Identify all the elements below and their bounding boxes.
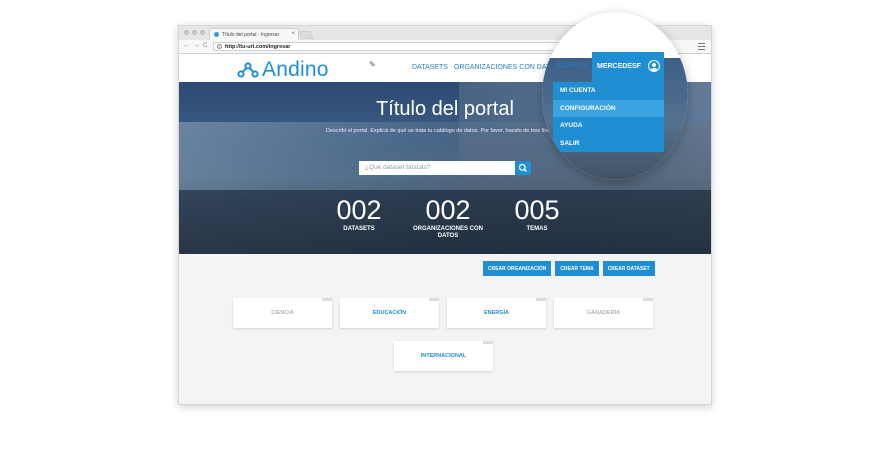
minimize-window-button[interactable] <box>192 30 197 35</box>
andino-logo-icon <box>237 62 259 78</box>
stat-number: 002 <box>336 195 382 225</box>
info-icon: i <box>217 44 222 49</box>
topic-label: GANADERÍA <box>586 310 621 316</box>
maximize-window-button[interactable] <box>200 30 205 35</box>
nav-datasets[interactable]: DATASETS <box>412 64 448 71</box>
card-corner <box>322 298 332 301</box>
stat-number: 005 <box>514 195 560 225</box>
dataset-search: ¿Qué dataset buscás? <box>359 161 531 175</box>
main-nav: DATASETS ORGANIZACIONES CON DAT <box>412 64 550 71</box>
search-icon <box>518 163 528 173</box>
stat-temas[interactable]: 005 TEMAS <box>502 196 572 233</box>
topic-label: EDUCACIÓN <box>372 310 407 316</box>
tab-title: Título del portal - Ingresar <box>222 31 280 38</box>
topic-label: CIENCIA <box>271 310 294 316</box>
menu-item-ayuda[interactable]: AYUDA <box>553 117 664 135</box>
portal-description: Describí el portal. Explicá de qué se tr… <box>317 127 573 135</box>
magnified-user-menu: ACERCA MERCEDESF MI CUENTA CONFIGURACIÓN… <box>542 12 688 180</box>
reload-icon[interactable]: C <box>203 43 207 49</box>
edit-logo-icon[interactable]: ✎ <box>369 60 376 69</box>
user-menu-button[interactable]: MERCEDESF <box>592 52 664 82</box>
stat-label: ORGANIZACIONES CON DATOS <box>413 226 484 239</box>
topic-card-internacional[interactable]: INTERNACIONAL <box>394 341 493 371</box>
url-text: http://tu-url.com/ingresar <box>225 43 291 50</box>
user-avatar-icon <box>648 60 660 72</box>
user-dropdown-menu: MI CUENTA CONFIGURACIÓN AYUDA SALIR <box>553 82 664 152</box>
menu-item-salir[interactable]: SALIR <box>553 135 664 153</box>
menu-item-configuracion[interactable]: CONFIGURACIÓN <box>553 99 664 117</box>
create-organization-button[interactable]: CREAR ORGANIZACIÓN <box>483 261 552 276</box>
create-dataset-button[interactable]: CREAR DATASET <box>602 261 655 276</box>
close-window-button[interactable] <box>184 30 189 35</box>
menu-item-mi-cuenta[interactable]: MI CUENTA <box>553 82 664 100</box>
nav-organizaciones[interactable]: ORGANIZACIONES CON DAT <box>454 64 550 71</box>
stats-bar: 002 DATASETS 002 ORGANIZACIONES CON DATO… <box>179 190 711 254</box>
topic-label: ENERGÍA <box>483 310 510 316</box>
admin-actions: CREAR ORGANIZACIÓN CREAR TEMA CREAR DATA… <box>483 261 655 276</box>
browser-menu-icon[interactable] <box>698 43 705 52</box>
card-corner <box>643 298 653 301</box>
card-corner <box>483 341 493 344</box>
topic-label: INTERNACIONAL <box>420 353 467 359</box>
card-corner <box>536 298 546 301</box>
stat-datasets[interactable]: 002 DATASETS <box>324 196 394 233</box>
tab-close-icon[interactable]: × <box>291 31 295 37</box>
new-tab-button[interactable] <box>298 31 314 39</box>
andino-logo[interactable]: Andino <box>237 58 329 82</box>
topic-card-ganaderia[interactable]: GANADERÍA <box>554 298 653 328</box>
browser-tab[interactable]: Título del portal - Ingresar × <box>209 28 299 40</box>
window-controls <box>184 30 205 35</box>
topic-card-energia[interactable]: ENERGÍA <box>447 298 546 328</box>
stat-label: TEMAS <box>526 226 548 232</box>
username: MERCEDESF <box>597 63 641 70</box>
card-corner <box>429 298 439 301</box>
stat-label: DATASETS <box>343 226 375 232</box>
topic-card-ciencia[interactable]: CIENCIA <box>233 298 332 328</box>
stat-number: 002 <box>425 195 471 225</box>
logo-text: Andino <box>262 58 329 81</box>
search-input[interactable]: ¿Qué dataset buscás? <box>365 164 430 171</box>
nav-acerca[interactable]: ACERCA <box>557 62 586 69</box>
favicon-icon <box>214 32 219 37</box>
search-button[interactable] <box>515 161 531 175</box>
stat-organizaciones[interactable]: 002 ORGANIZACIONES CON DATOS <box>413 196 483 240</box>
back-icon[interactable]: ← <box>183 42 190 49</box>
create-topic-button[interactable]: CREAR TEMA <box>555 261 599 276</box>
topic-card-educacion[interactable]: EDUCACIÓN <box>340 298 439 328</box>
forward-icon[interactable]: → <box>193 42 200 49</box>
portal-description-text: Describí el portal. Explicá de qué se tr… <box>326 128 558 134</box>
